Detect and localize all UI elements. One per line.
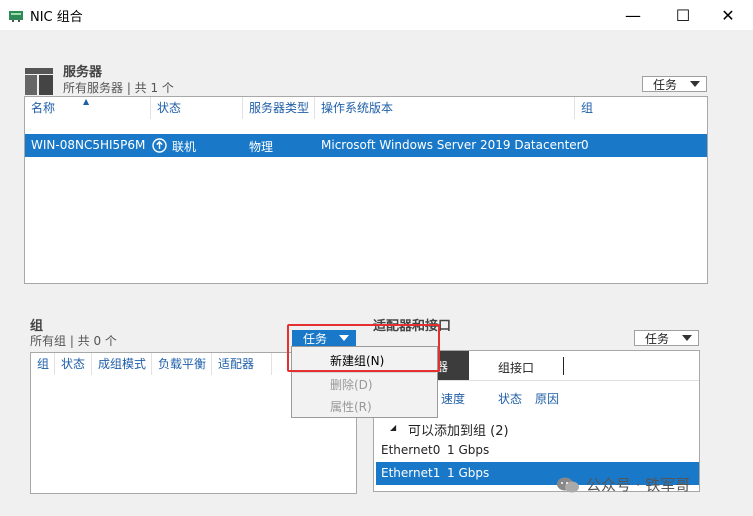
teams-subtitle: 所有组 | 共 0 个 [30, 334, 117, 348]
adapter-row[interactable]: Ethernet0 1 Gbps [374, 439, 699, 461]
nic-teaming-app-icon [9, 11, 23, 22]
column-header-reason[interactable]: 原因 [535, 390, 559, 407]
column-header-server-type[interactable]: 服务器类型 [243, 97, 315, 119]
column-header-team[interactable]: 组 [31, 353, 55, 375]
window-title: NIC 组合 [30, 10, 83, 25]
servers-subtitle: 所有服务器 | 共 1 个 [63, 81, 174, 95]
server-status: 联机 [172, 140, 197, 154]
sort-ascending-icon: ▲ [83, 97, 90, 106]
server-icon [25, 68, 53, 95]
servers-tasks-dropdown[interactable]: 任务 [642, 76, 707, 92]
column-header-load-balancing[interactable]: 负载平衡 [152, 353, 212, 375]
servers-table: 名称 ▲ 状态 服务器类型 操作系统版本 组 WIN-08NC5HI5P6M 联… [24, 96, 708, 284]
wechat-icon [557, 477, 579, 492]
server-os: Microsoft Windows Server 2019 Datacenter [321, 138, 582, 152]
table-row-selected[interactable]: WIN-08NC5HI5P6M 联机 物理 Microsoft Windows … [25, 134, 707, 157]
menu-separator [293, 372, 436, 373]
text-cursor [563, 357, 564, 375]
column-header-groups[interactable]: 组 [575, 97, 707, 119]
server-name: WIN-08NC5HI5P6M [31, 138, 146, 152]
column-header-teaming-mode[interactable]: 成组模式 [92, 353, 152, 375]
minimize-button[interactable]: — [610, 0, 656, 30]
highlight-annotation-box [287, 324, 440, 372]
adapters-tasks-label: 任务 [645, 331, 670, 346]
column-header-adapter-status[interactable]: 状态 [498, 390, 522, 407]
menu-item-properties[interactable]: 属性(R) [330, 398, 372, 415]
watermark: 公众号 · 铁军哥 [556, 474, 690, 495]
group-header-available: 可以添加到组 (2) [408, 424, 509, 439]
chevron-down-icon [682, 335, 692, 341]
server-type: 物理 [249, 140, 274, 154]
collapse-triangle-icon[interactable]: ◢ [390, 423, 396, 432]
server-groups: 0 [581, 138, 589, 152]
adapters-tasks-dropdown[interactable]: 任务 [634, 330, 699, 346]
tab-team-interfaces[interactable]: 组接口 [498, 359, 534, 376]
column-header-adapters[interactable]: 适配器 [212, 353, 272, 375]
column-header-status[interactable]: 状态 [151, 97, 243, 119]
menu-item-delete[interactable]: 删除(D) [330, 376, 373, 393]
close-button[interactable]: ✕ [705, 0, 751, 30]
chevron-down-icon [690, 81, 700, 87]
servers-tasks-label: 任务 [653, 77, 678, 92]
column-header-name[interactable]: 名称 ▲ [25, 97, 151, 119]
watermark-text: 公众号 · 铁军哥 [586, 476, 691, 494]
column-header-os-version[interactable]: 操作系统版本 [315, 97, 575, 119]
servers-title: 服务器 [63, 65, 103, 80]
column-header-speed[interactable]: 速度 [441, 390, 465, 407]
column-header-team-status[interactable]: 状态 [55, 353, 92, 375]
maximize-button[interactable]: ☐ [660, 0, 706, 30]
online-status-icon [152, 138, 167, 153]
